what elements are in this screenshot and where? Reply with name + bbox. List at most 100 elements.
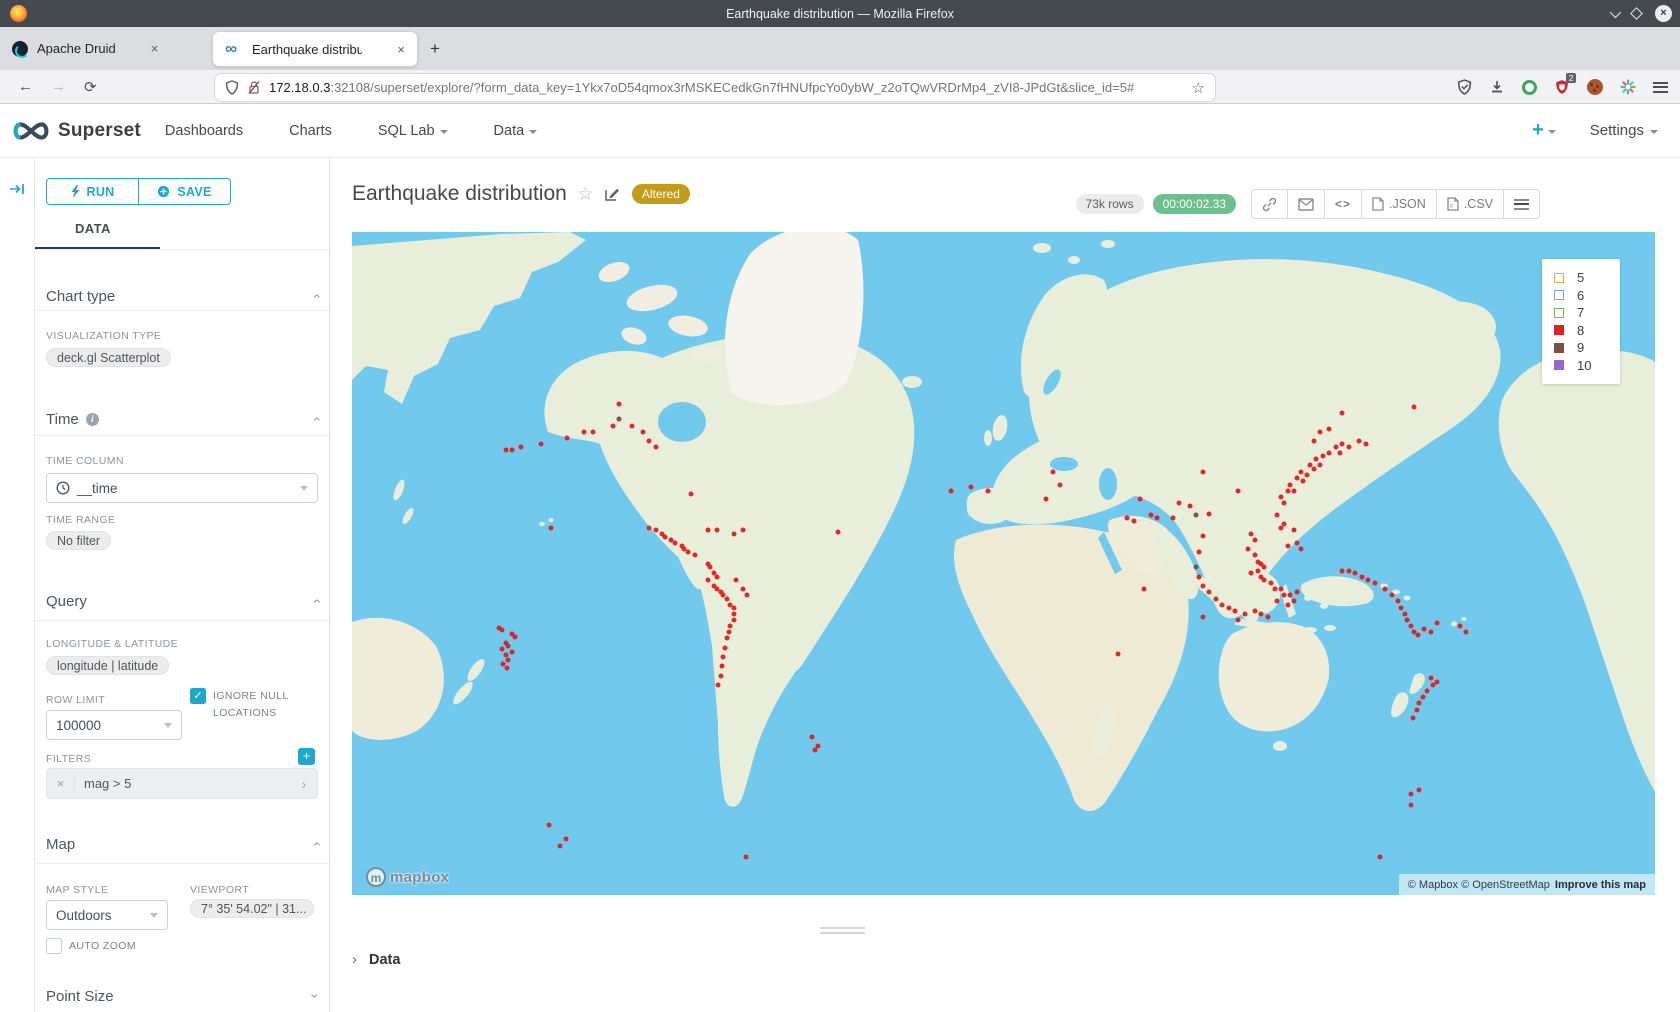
earthquake-point[interactable] <box>734 578 739 583</box>
embed-code-button[interactable]: <> <box>1324 190 1361 218</box>
earthquake-point[interactable] <box>1298 470 1303 475</box>
ignore-null-checkbox[interactable]: ✓ <box>190 688 206 704</box>
earthquake-point[interactable] <box>740 528 745 533</box>
earthquake-point[interactable] <box>1409 802 1414 807</box>
earthquake-point[interactable] <box>1353 571 1358 576</box>
earthquake-point[interactable] <box>1415 633 1420 638</box>
earthquake-point[interactable] <box>1194 513 1199 518</box>
earthquake-point[interactable] <box>836 529 841 534</box>
info-icon[interactable]: i <box>86 413 99 426</box>
earthquake-point[interactable] <box>812 747 817 752</box>
earthquake-point[interactable] <box>1057 482 1062 487</box>
more-options-button[interactable] <box>1503 190 1539 218</box>
expand-datasource-icon[interactable] <box>9 180 25 198</box>
earthquake-point[interactable] <box>731 617 736 622</box>
earthquake-point[interactable] <box>1187 503 1192 508</box>
earthquake-point[interactable] <box>718 673 723 678</box>
earthquake-point[interactable] <box>1252 537 1257 542</box>
earthquake-point[interactable] <box>731 531 736 536</box>
earthquake-point[interactable] <box>1207 590 1212 595</box>
earthquake-point[interactable] <box>1305 472 1310 477</box>
export-csv-button[interactable]: x .CSV <box>1436 190 1503 218</box>
email-button[interactable] <box>1287 190 1324 218</box>
viewport-value[interactable]: 7° 35' 54.02" | 31... <box>190 899 314 918</box>
earthquake-point[interactable] <box>1200 584 1205 589</box>
chevron-right-icon[interactable]: › <box>291 776 317 792</box>
extension-green-icon[interactable] <box>1522 80 1537 95</box>
window-close-icon[interactable]: × <box>1655 5 1672 22</box>
earthquake-point[interactable] <box>1236 488 1241 493</box>
improve-map-link[interactable]: Improve this map <box>1555 879 1646 891</box>
lonlat-value[interactable]: longitude | latitude <box>46 656 169 675</box>
earthquake-point[interactable] <box>1410 715 1415 720</box>
earthquake-point[interactable] <box>1318 429 1323 434</box>
deckgl-map[interactable]: 5678910 m mapbox © Mapbox © OpenStreetMa… <box>352 232 1655 895</box>
earthquake-point[interactable] <box>1294 540 1299 545</box>
earthquake-point[interactable] <box>1333 444 1338 449</box>
earthquake-point[interactable] <box>686 550 691 555</box>
earthquake-point[interactable] <box>662 534 667 539</box>
earthquake-point[interactable] <box>1288 482 1293 487</box>
data-panel-toggle[interactable]: › Data <box>352 951 400 968</box>
earthquake-point[interactable] <box>1398 605 1403 610</box>
earthquake-point[interactable] <box>1294 475 1299 480</box>
earthquake-point[interactable] <box>1457 624 1462 629</box>
earthquake-point[interactable] <box>610 423 615 428</box>
row-limit-select[interactable]: 100000 <box>46 710 182 740</box>
tab-data[interactable]: DATA <box>75 221 111 236</box>
earthquake-point[interactable] <box>1255 568 1260 573</box>
earthquake-point[interactable] <box>647 438 652 443</box>
earthquake-point[interactable] <box>1233 608 1238 613</box>
earthquake-point[interactable] <box>725 636 730 641</box>
earthquake-point[interactable] <box>722 645 727 650</box>
earthquake-point[interactable] <box>1428 676 1433 681</box>
earthquake-point[interactable] <box>1200 534 1205 539</box>
earthquake-point[interactable] <box>1155 516 1160 521</box>
earthquake-point[interactable] <box>1272 587 1277 592</box>
legend-item-5[interactable]: 5 <box>1554 269 1608 287</box>
earthquake-point[interactable] <box>1279 494 1284 499</box>
legend-item-10[interactable]: 10 <box>1554 357 1608 375</box>
earthquake-point[interactable] <box>1359 574 1364 579</box>
earthquake-point[interactable] <box>1200 615 1205 620</box>
remove-filter-icon[interactable]: × <box>47 776 75 791</box>
nav-sql-lab[interactable]: SQL Lab <box>378 123 448 139</box>
earthquake-point[interactable] <box>564 436 569 441</box>
earthquake-point[interactable] <box>591 429 596 434</box>
window-maximize-icon[interactable] <box>1630 7 1643 20</box>
earthquake-point[interactable] <box>1311 438 1316 443</box>
tab-close-icon[interactable]: × <box>397 42 405 57</box>
earthquake-point[interactable] <box>1396 599 1401 604</box>
earthquake-point[interactable] <box>506 657 511 662</box>
earthquake-point[interactable] <box>1268 580 1273 585</box>
earthquake-point[interactable] <box>809 735 814 740</box>
earthquake-point[interactable] <box>1337 451 1342 456</box>
earthquake-point[interactable] <box>1346 445 1351 450</box>
map-legend[interactable]: 5678910 <box>1542 259 1620 384</box>
earthquake-point[interactable] <box>1409 792 1414 797</box>
earthquake-point[interactable] <box>1428 630 1433 635</box>
earthquake-point[interactable] <box>1281 593 1286 598</box>
earthquake-point[interactable] <box>1298 546 1303 551</box>
earthquake-point[interactable] <box>1421 694 1426 699</box>
earthquake-point[interactable] <box>558 843 563 848</box>
downloads-icon[interactable] <box>1489 79 1505 95</box>
earthquake-point[interactable] <box>705 578 710 583</box>
earthquake-point[interactable] <box>1327 451 1332 456</box>
window-titlebar[interactable]: Earthquake distribution — Mozilla Firefo… <box>0 0 1680 27</box>
earthquake-point[interactable] <box>1340 410 1345 415</box>
filter-chip[interactable]: × mag > 5 › <box>46 768 318 799</box>
settings-menu[interactable]: Settings <box>1590 122 1658 139</box>
earthquake-point[interactable] <box>1405 617 1410 622</box>
earthquake-point[interactable] <box>1424 688 1429 693</box>
earthquake-point[interactable] <box>617 416 622 421</box>
earthquake-point[interactable] <box>1252 608 1257 613</box>
extension-pinwheel-icon[interactable] <box>1620 79 1636 95</box>
save-button[interactable]: SAVE <box>138 179 230 204</box>
earthquake-point[interactable] <box>1314 457 1319 462</box>
earthquake-point[interactable] <box>505 665 510 670</box>
run-button[interactable]: RUN <box>47 179 138 204</box>
earthquake-point[interactable] <box>512 635 517 640</box>
earthquake-point[interactable] <box>1464 630 1469 635</box>
earthquake-point[interactable] <box>740 587 745 592</box>
